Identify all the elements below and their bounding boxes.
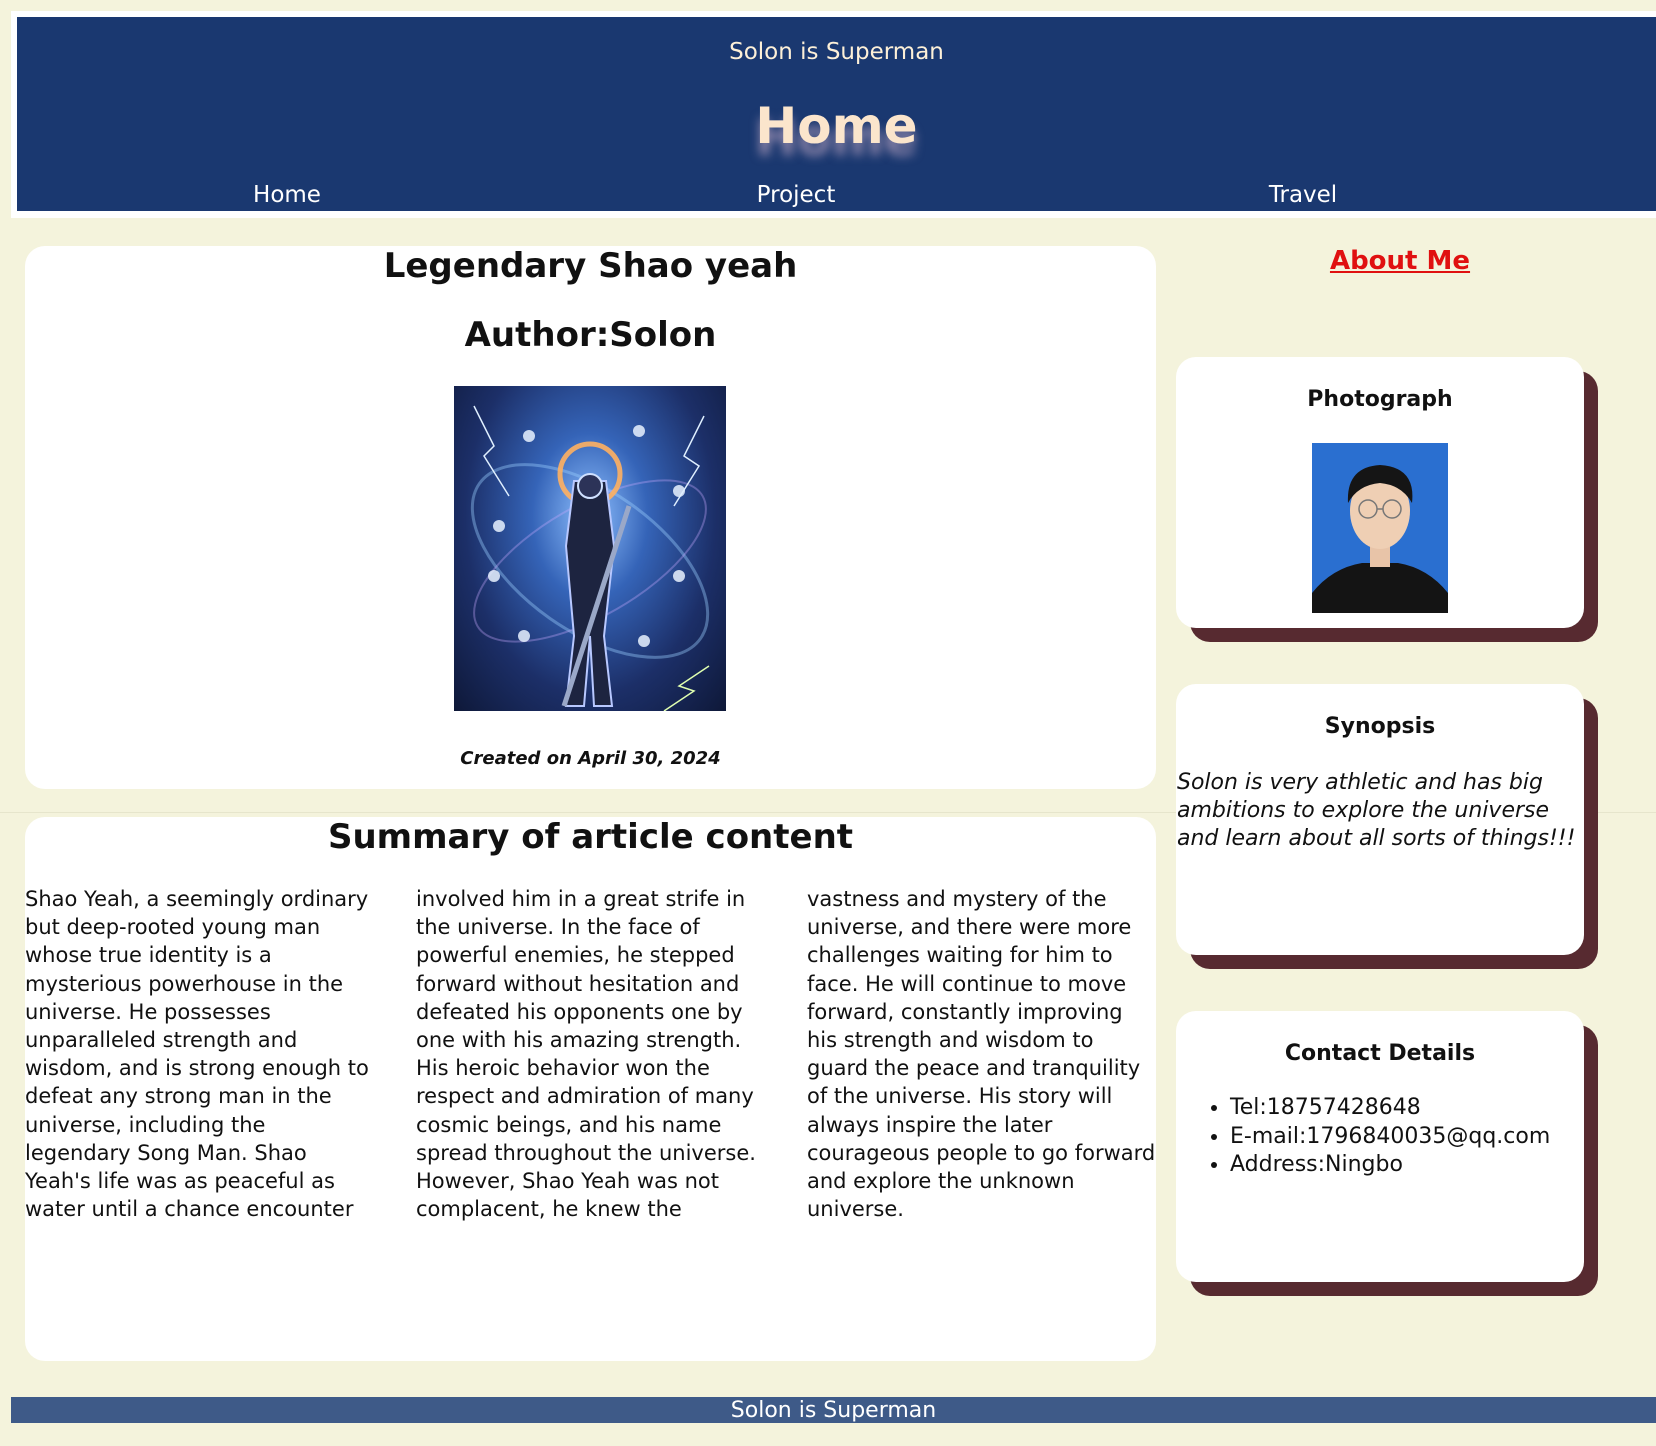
main-nav: Home Project Travel (17, 182, 1656, 212)
article-title: Legendary Shao yeah (383, 246, 798, 286)
contact-title: Contact Details (1284, 1041, 1476, 1066)
created-date: Created on April 30, 2024 (460, 748, 721, 769)
contact-list: Tel:18757428648 E-mail:1796840035@qq.com… (1196, 1094, 1550, 1180)
article-author: Author:Solon (464, 315, 717, 355)
article-card: Legendary Shao yeah Author:Solon Created… (25, 246, 1156, 789)
summary-card: Summary of article content Shao Yeah, a … (25, 817, 1156, 1361)
about-me-link[interactable]: About Me (1176, 246, 1624, 276)
contact-phone: Tel:18757428648 (1230, 1094, 1550, 1123)
profile-portrait (1312, 443, 1448, 613)
summary-title: Summary of article content (327, 817, 854, 857)
contact-card: Contact Details Tel:18757428648 E-mail:1… (1176, 1011, 1584, 1282)
synopsis-text: Solon is very athletic and has big ambit… (1177, 770, 1576, 852)
cover-illustration (470, 405, 710, 711)
cover-image (454, 386, 726, 711)
summary-paragraph: Shao Yeah, a seemingly ordinary but deep… (25, 887, 1156, 1222)
profile-photo (1312, 443, 1448, 613)
photo-title: Photograph (1307, 387, 1453, 412)
site-footer: Solon is Superman (11, 1397, 1656, 1423)
nav-home[interactable]: Home (253, 182, 321, 208)
nav-travel[interactable]: Travel (1269, 182, 1337, 208)
summary-text: Shao Yeah, a seemingly ordinary but deep… (25, 885, 1156, 1225)
site-tagline: Solon is Superman (729, 39, 944, 65)
synopsis-card: Synopsis Solon is very athletic and has … (1176, 684, 1584, 955)
site-header: Solon is Superman Home Home Project Trav… (17, 17, 1656, 211)
photo-card: Photograph (1176, 357, 1584, 628)
page-title: Home (755, 97, 918, 155)
contact-address: Address:Ningbo (1230, 1151, 1550, 1180)
contact-email: E-mail:1796840035@qq.com (1230, 1123, 1550, 1152)
nav-project[interactable]: Project (757, 182, 836, 208)
synopsis-title: Synopsis (1324, 714, 1436, 739)
